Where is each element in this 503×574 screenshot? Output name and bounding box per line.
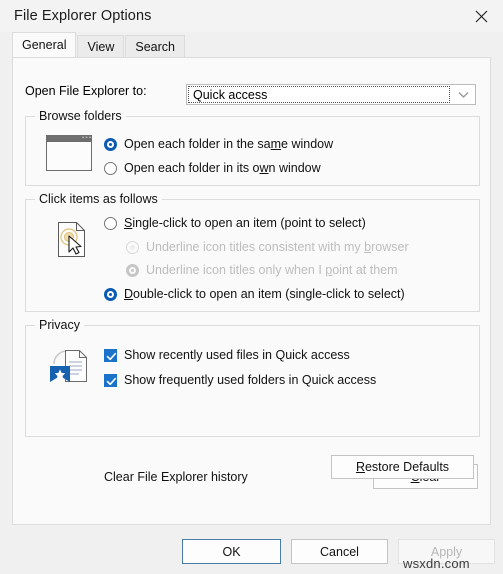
checkbox-recent-files[interactable]: Show recently used files in Quick access [104, 348, 350, 362]
close-button[interactable] [459, 0, 503, 32]
restore-defaults-button[interactable]: Restore Defaults [331, 455, 474, 479]
radio-same-window-label: Open each folder in the same window [124, 137, 334, 151]
click-items-legend: Click items as follows [35, 192, 162, 206]
open-file-explorer-row: Open File Explorer to: Quick access [25, 84, 480, 105]
watermark: wsxdn.com [403, 556, 470, 571]
window-title: File Explorer Options [14, 8, 152, 24]
radio-indicator [126, 240, 139, 254]
close-icon [475, 10, 488, 23]
privacy-legend: Privacy [35, 318, 84, 332]
clear-history-label: Clear File Explorer history [104, 470, 248, 484]
radio-single-click-label: Single-click to open an item (point to s… [124, 216, 366, 230]
click-items-group: Click items as follows Single-click to o… [25, 192, 480, 312]
restore-defaults-label: Restore Defaults [355, 460, 450, 474]
radio-indicator [104, 137, 117, 151]
page-click-icon [56, 220, 90, 263]
radio-underline-point: Underline icon titles only when I point … [126, 263, 398, 277]
privacy-group: Privacy Show recently used files in Quic… [25, 318, 480, 489]
radio-own-window-label: Open each folder in its own window [124, 161, 321, 175]
ok-button[interactable]: OK [182, 539, 281, 564]
radio-own-window[interactable]: Open each folder in its own window [104, 161, 321, 175]
radio-double-click[interactable]: Double-click to open an item (single-cli… [104, 287, 405, 301]
tab-general[interactable]: General [12, 32, 77, 57]
checkbox-frequent-folders-label: Show frequently used folders in Quick ac… [124, 373, 377, 387]
radio-underline-browser-label: Underline icon titles consistent with my… [146, 240, 409, 254]
chevron-down-icon [451, 91, 475, 99]
radio-indicator [126, 263, 139, 277]
title-bar: File Explorer Options [0, 0, 503, 32]
tab-strip: General View Search [0, 32, 503, 57]
open-file-explorer-dropdown[interactable]: Quick access [186, 84, 476, 105]
radio-indicator [104, 287, 117, 301]
radio-double-click-label: Double-click to open an item (single-cli… [124, 287, 405, 301]
checkbox-indicator [104, 373, 117, 387]
checkbox-recent-files-label: Show recently used files in Quick access [124, 348, 350, 362]
tab-search[interactable]: Search [125, 35, 185, 57]
radio-same-window[interactable]: Open each folder in the same window [104, 137, 333, 151]
browse-folders-group: Browse folders Open each folder in the s… [25, 109, 480, 186]
radio-underline-point-label: Underline icon titles only when I point … [146, 263, 398, 277]
checkbox-frequent-folders[interactable]: Show frequently used folders in Quick ac… [104, 373, 376, 387]
tab-page-general: Open File Explorer to: Quick access Brow… [12, 57, 491, 525]
window-icon [46, 135, 92, 174]
tab-view[interactable]: View [77, 35, 125, 57]
radio-indicator [104, 216, 117, 230]
radio-indicator [104, 161, 117, 175]
open-file-explorer-value: Quick access [188, 86, 450, 103]
cancel-button[interactable]: Cancel [291, 539, 388, 564]
radio-underline-browser: Underline icon titles consistent with my… [126, 240, 409, 254]
checkbox-indicator [104, 348, 117, 362]
open-file-explorer-label: Open File Explorer to: [25, 84, 147, 98]
browse-folders-legend: Browse folders [35, 109, 126, 123]
radio-single-click[interactable]: Single-click to open an item (point to s… [104, 216, 366, 230]
document-star-icon [46, 344, 94, 389]
